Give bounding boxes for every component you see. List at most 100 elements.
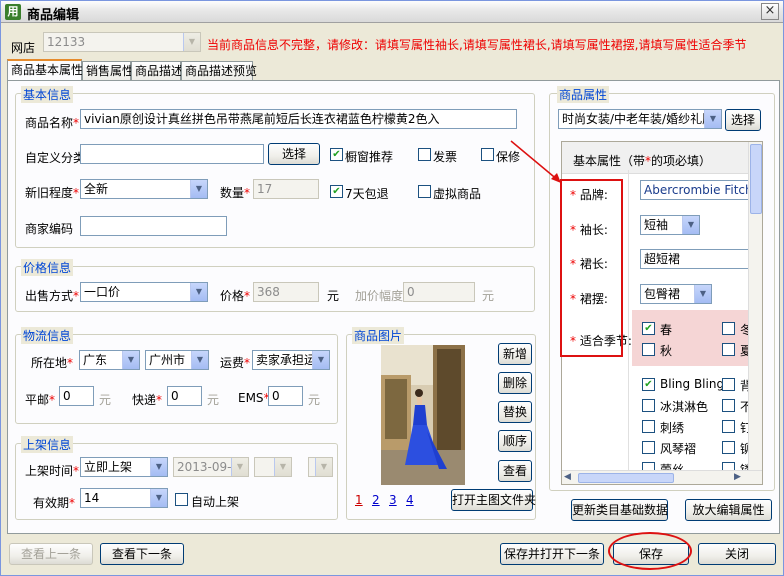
warranty-checkbox[interactable]: [481, 148, 494, 161]
season-spring-checkbox[interactable]: ✔: [642, 322, 655, 335]
shop-label: 网店: [11, 41, 36, 55]
invoice-checkbox[interactable]: [418, 148, 431, 161]
season-spring-label: 春: [660, 323, 673, 337]
product-image[interactable]: [381, 345, 465, 485]
sale-mode-select[interactable]: 一口价 ▼: [80, 282, 208, 302]
view-image-button[interactable]: 查看: [498, 460, 532, 482]
chevron-down-icon: ▼: [150, 489, 167, 507]
province-select[interactable]: 广东 ▼: [79, 350, 140, 370]
chevron-down-icon: ▼: [682, 216, 699, 234]
chevron-down-icon: ▼: [122, 351, 139, 369]
season-winter-checkbox[interactable]: [722, 322, 735, 335]
close-icon[interactable]: ×: [761, 3, 779, 20]
image-page-2[interactable]: 2: [372, 493, 380, 507]
title-bar[interactable]: 用 商品编辑 ×: [1, 1, 783, 23]
replace-image-button[interactable]: 替换: [498, 401, 532, 423]
express-fee-input[interactable]: 0: [167, 386, 202, 406]
style-label-1: Bling Bling: [660, 377, 725, 391]
next-record-button[interactable]: 查看下一条: [100, 543, 184, 565]
app-icon: 用: [5, 4, 21, 20]
condition-select[interactable]: 全新 ▼: [80, 179, 208, 199]
virtual-goods-checkbox[interactable]: [418, 185, 431, 198]
style-checkbox-2[interactable]: [642, 399, 655, 412]
image-page-1[interactable]: 1: [355, 493, 363, 507]
price-input[interactable]: 368: [253, 282, 319, 302]
increment-input[interactable]: 0: [403, 282, 475, 302]
tab-description[interactable]: 商品描述: [131, 61, 183, 81]
close-button[interactable]: 关闭: [698, 543, 776, 565]
chevron-down-icon: ▼: [190, 283, 207, 301]
ems-fee-input[interactable]: 0: [268, 386, 303, 406]
price-unit: 元: [327, 289, 340, 303]
listing-date-select[interactable]: 2013-09-30 ▼: [173, 457, 249, 477]
update-category-data-button[interactable]: 更新类目基础数据: [571, 499, 668, 521]
season-autumn-checkbox[interactable]: [642, 343, 655, 356]
recommend-checkbox[interactable]: ✔: [330, 148, 343, 161]
season-highlight: [632, 310, 752, 366]
style2-checkbox-3[interactable]: [722, 420, 735, 433]
style2-checkbox-1[interactable]: [722, 378, 735, 391]
style-checkbox-3[interactable]: [642, 420, 655, 433]
prev-record-button[interactable]: 查看上一条: [9, 543, 93, 565]
save-and-open-next-button[interactable]: 保存并打开下一条: [500, 543, 604, 565]
sleeve-select[interactable]: 短袖 ▼: [640, 215, 700, 235]
freight-select[interactable]: 卖家承担运费 ▼: [252, 350, 330, 370]
add-image-button[interactable]: 新增: [498, 343, 532, 365]
location-label: 所在地*: [31, 356, 74, 370]
ems-label: EMS*: [238, 391, 270, 405]
vertical-scroll-thumb[interactable]: [750, 144, 762, 214]
hem-select[interactable]: 包臀裙 ▼: [640, 284, 712, 304]
category-select[interactable]: 时尚女装/中老年装/婚纱礼服 ▼: [558, 109, 722, 129]
style-checkbox-1[interactable]: ✔: [642, 378, 655, 391]
auto-list-checkbox[interactable]: [175, 493, 188, 506]
express-label: 快递*: [132, 393, 163, 407]
scroll-right-icon[interactable]: ▶: [734, 472, 741, 482]
required-fields-annotation: [560, 179, 623, 357]
images-title: 商品图片: [352, 327, 405, 344]
virtual-goods-label: 虚拟商品: [433, 187, 482, 201]
price-label: 价格*: [220, 289, 251, 303]
post-unit: 元: [99, 393, 112, 407]
merchant-code-input[interactable]: [80, 216, 227, 236]
chevron-down-icon: ▼: [704, 110, 721, 128]
style2-checkbox-4[interactable]: [722, 441, 735, 454]
custom-category-input[interactable]: [80, 144, 264, 164]
delete-image-button[interactable]: 删除: [498, 372, 532, 394]
tab-description-preview[interactable]: 商品描述预览: [181, 61, 257, 81]
scroll-left-icon[interactable]: ◀: [564, 472, 571, 482]
product-photo: [381, 345, 465, 485]
shop-select[interactable]: 12133 ▼: [43, 32, 201, 52]
increment-unit: 元: [482, 289, 495, 303]
recommend-label: 橱窗推荐: [345, 150, 394, 164]
product-name-input[interactable]: vivian原创设计真丝拼色吊带燕尾前短后长连衣裙蓝色柠檬黄2色入: [80, 109, 517, 129]
return-7day-checkbox[interactable]: ✔: [330, 185, 343, 198]
skirt-length-input[interactable]: 超短裙: [640, 249, 752, 269]
city-select[interactable]: 广州市 ▼: [145, 350, 209, 370]
season-summer-checkbox[interactable]: [722, 343, 735, 356]
style-checkbox-4[interactable]: [642, 441, 655, 454]
enlarge-attributes-button[interactable]: 放大编辑属性: [685, 499, 772, 521]
listing-hour-select[interactable]: ▼: [254, 457, 292, 477]
category-select-button[interactable]: 选择: [725, 109, 761, 131]
vertical-scrollbar[interactable]: [748, 142, 762, 470]
image-page-3[interactable]: 3: [389, 493, 397, 507]
product-edit-window: 用 商品编辑 × 网店 12133 ▼ 当前商品信息不完整，请修改：请填写属性袖长…: [0, 0, 784, 576]
chevron-down-icon: ▼: [231, 458, 248, 476]
custom-category-select-button[interactable]: 选择: [268, 143, 320, 165]
open-image-folder-button[interactable]: 打开主图文件夹: [451, 489, 536, 511]
image-page-4[interactable]: 4: [406, 493, 414, 507]
listing-minute-select[interactable]: ▼: [308, 457, 333, 477]
order-image-button[interactable]: 顺序: [498, 430, 532, 452]
horizontal-scrollbar[interactable]: ◀ ▶: [562, 470, 762, 484]
chevron-down-icon: ▼: [694, 285, 711, 303]
horizontal-scroll-thumb[interactable]: [578, 473, 674, 483]
validity-select[interactable]: 14 ▼: [80, 488, 168, 508]
season-autumn-label: 秋: [660, 344, 673, 358]
tab-basic-attributes[interactable]: 商品基本属性: [7, 59, 83, 81]
style2-checkbox-2[interactable]: [722, 399, 735, 412]
brand-input[interactable]: Abercrombie Fitch: [640, 180, 752, 200]
quantity-input[interactable]: 17: [253, 179, 319, 199]
listing-time-select[interactable]: 立即上架 ▼: [80, 457, 168, 477]
tab-sales-attributes[interactable]: 销售属性: [82, 61, 134, 81]
post-fee-input[interactable]: 0: [59, 386, 94, 406]
